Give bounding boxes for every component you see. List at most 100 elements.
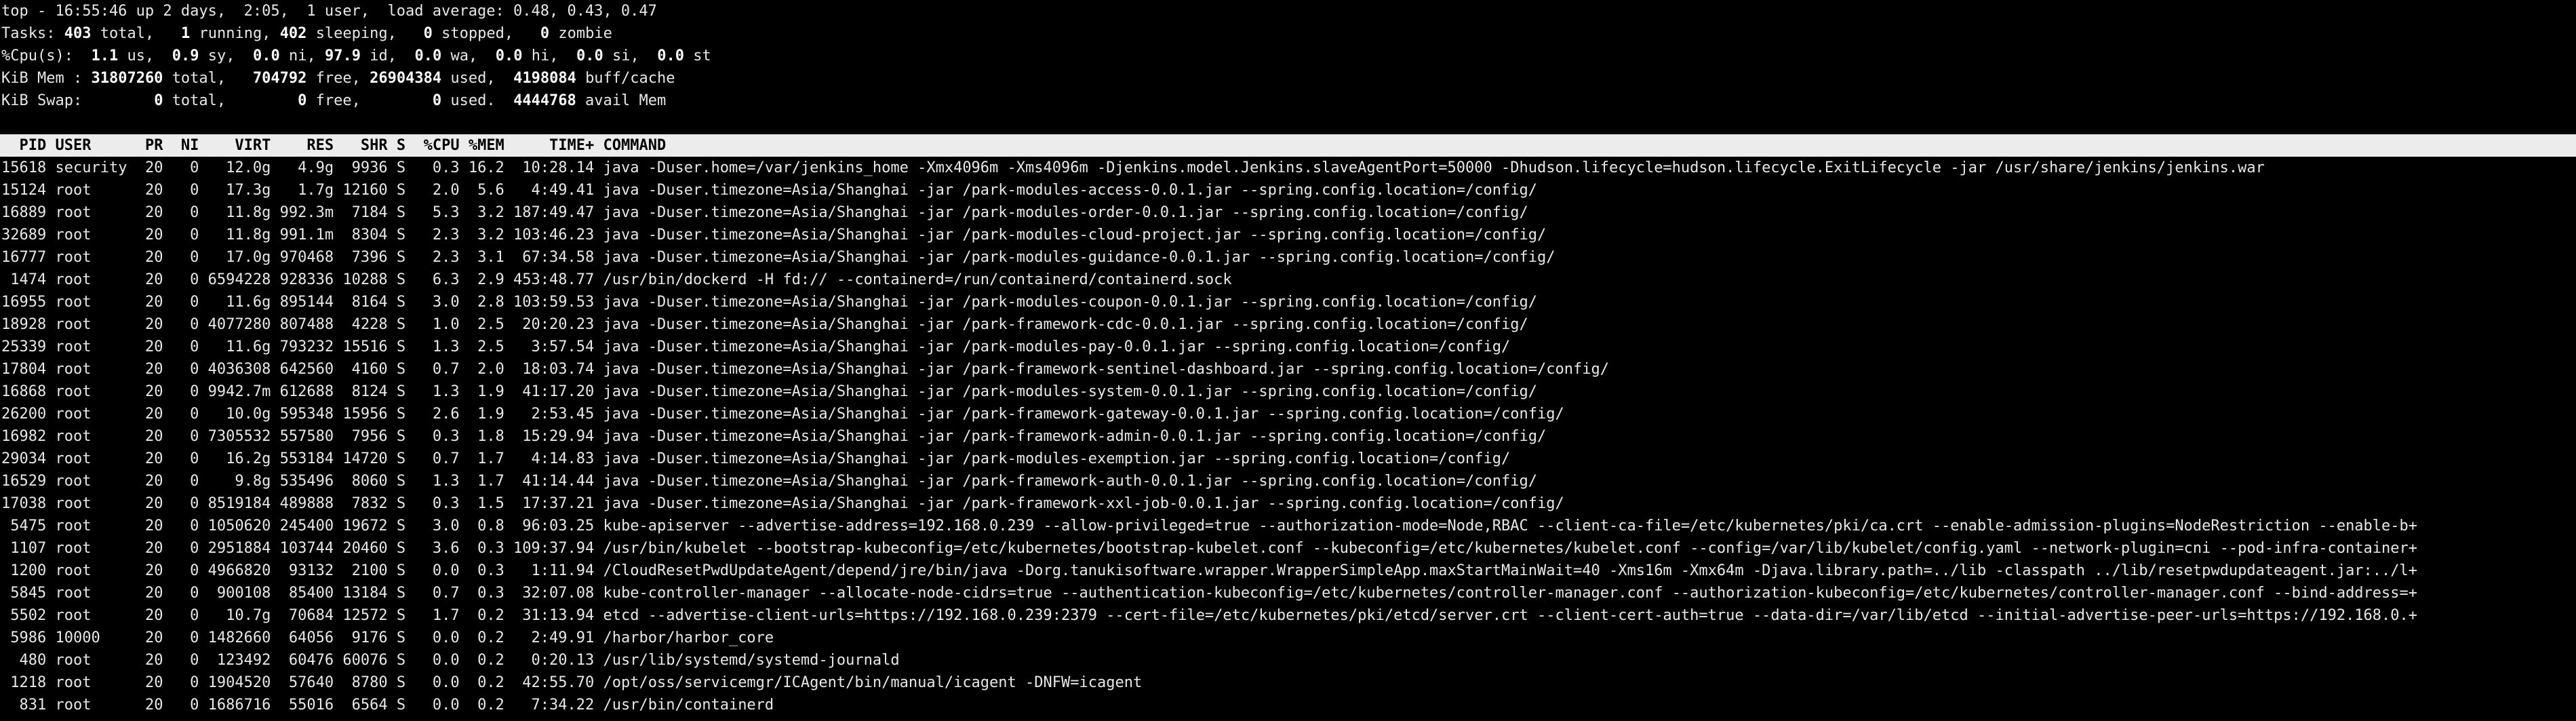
mem-column-header: %MEM <box>459 137 504 154</box>
command-cell: java -Duser.timezone=Asia/Shanghai -jar … <box>594 361 1609 378</box>
mem-cell: 0.3 <box>459 540 504 557</box>
pid-cell: 16889 <box>1 204 47 221</box>
pid-cell: 1474 <box>1 271 47 288</box>
process-row[interactable]: 15618 security 20 0 12.0g 4.9g 9936 S 0.… <box>0 157 2576 179</box>
time-cell: 4:14.83 <box>504 450 595 467</box>
time-cell: 2:49.91 <box>504 629 595 646</box>
process-row[interactable]: 17038 root 20 0 8519184 489888 7832 S 0.… <box>0 492 2576 515</box>
pr-cell: 20 <box>127 316 163 333</box>
pid-cell: 25339 <box>1 338 47 355</box>
tasks-zombie: 0 <box>540 25 550 42</box>
mem-cell: 1.7 <box>459 450 504 467</box>
process-row[interactable]: 16982 root 20 0 7305532 557580 7956 S 0.… <box>0 425 2576 448</box>
pid-cell: 15124 <box>1 182 47 199</box>
process-row[interactable]: 5845 root 20 0 900108 85400 13184 S 0.7 … <box>0 582 2576 604</box>
ni-cell: 0 <box>163 338 199 355</box>
process-row[interactable]: 1474 root 20 0 6594228 928336 10288 S 6.… <box>0 269 2576 291</box>
virt-cell: 9942.7m <box>199 383 271 400</box>
virt-cell: 4966820 <box>199 562 271 579</box>
virt-cell: 1686716 <box>199 697 271 714</box>
virt-cell: 10.7g <box>199 607 271 624</box>
process-row[interactable]: 1107 root 20 0 2951884 103744 20460 S 3.… <box>0 537 2576 560</box>
time-cell: 15:29.94 <box>504 428 595 445</box>
process-row[interactable]: 1200 root 20 0 4966820 93132 2100 S 0.0 … <box>0 560 2576 582</box>
res-cell: 4.9g <box>271 159 334 176</box>
process-row[interactable]: 17804 root 20 0 4036308 642560 4160 S 0.… <box>0 358 2576 381</box>
res-cell: 807488 <box>271 316 334 333</box>
cpu-cell: 0.0 <box>405 629 460 646</box>
pr-cell: 20 <box>127 652 163 669</box>
process-row[interactable]: 32689 root 20 0 11.8g 991.1m 8304 S 2.3 … <box>0 224 2576 246</box>
process-row[interactable]: 18928 root 20 0 4077280 807488 4228 S 1.… <box>0 313 2576 336</box>
process-row[interactable]: 16889 root 20 0 11.8g 992.3m 7184 S 5.3 … <box>0 201 2576 224</box>
pr-cell: 20 <box>127 338 163 355</box>
state-cell: S <box>387 271 406 288</box>
pr-cell: 20 <box>127 159 163 176</box>
cpu-cell: 2.3 <box>405 249 460 266</box>
process-row[interactable]: 16868 root 20 0 9942.7m 612688 8124 S 1.… <box>0 381 2576 403</box>
process-row[interactable]: 5502 root 20 0 10.7g 70684 12572 S 1.7 0… <box>0 604 2576 627</box>
user-cell: root <box>46 406 127 423</box>
state-cell: S <box>387 473 406 490</box>
mem-cell: 0.3 <box>459 562 504 579</box>
terminal-window[interactable]: top - 16:55:46 up 2 days, 2:05, 1 user, … <box>0 0 2576 721</box>
res-cell: 489888 <box>271 495 334 512</box>
process-row[interactable]: 16529 root 20 0 9.8g 535496 8060 S 1.3 1… <box>0 470 2576 492</box>
pr-cell: 20 <box>127 428 163 445</box>
shr-cell: 13184 <box>334 585 388 602</box>
time-cell: 31:13.94 <box>504 607 595 624</box>
virt-cell: 7305532 <box>199 428 271 445</box>
cpu-line: %Cpu(s): 1.1 us, 0.9 sy, 0.0 ni, 97.9 id… <box>0 45 2576 67</box>
process-row[interactable]: 480 root 20 0 123492 60476 60076 S 0.0 0… <box>0 649 2576 671</box>
process-row[interactable]: 26200 root 20 0 10.0g 595348 15956 S 2.6… <box>0 403 2576 425</box>
virt-cell: 11.6g <box>199 294 271 311</box>
cpu-cell: 5.3 <box>405 204 460 221</box>
pid-cell: 1107 <box>1 540 47 557</box>
process-row[interactable]: 16777 root 20 0 17.0g 970468 7396 S 2.3 … <box>0 246 2576 269</box>
process-row[interactable]: 831 root 20 0 1686716 55016 6564 S 0.0 0… <box>0 694 2576 716</box>
ni-cell: 0 <box>163 316 199 333</box>
pid-column-header: PID <box>1 137 47 154</box>
cpu-cell: 3.6 <box>405 540 460 557</box>
res-cell: 1.7g <box>271 182 334 199</box>
ni-cell: 0 <box>163 652 199 669</box>
pid-cell: 16955 <box>1 294 47 311</box>
res-cell: 93132 <box>271 562 334 579</box>
process-row[interactable]: 1218 root 20 0 1904520 57640 8780 S 0.0 … <box>0 671 2576 694</box>
shr-cell: 7184 <box>334 204 388 221</box>
pr-cell: 20 <box>127 450 163 467</box>
ni-cell: 0 <box>163 159 199 176</box>
process-row[interactable]: 25339 root 20 0 11.6g 793232 15516 S 1.3… <box>0 336 2576 358</box>
cpu-cell: 0.0 <box>405 674 460 691</box>
res-cell: 55016 <box>271 697 334 714</box>
tasks-stopped-label: stopped, <box>441 25 514 42</box>
process-row[interactable]: 15124 root 20 0 17.3g 1.7g 12160 S 2.0 5… <box>0 179 2576 201</box>
mem-cell: 16.2 <box>459 159 504 176</box>
process-row[interactable]: 5986 10000 20 0 1482660 64056 9176 S 0.0… <box>0 627 2576 649</box>
state-cell: S <box>387 249 406 266</box>
pr-cell: 20 <box>127 294 163 311</box>
process-row[interactable]: 16955 root 20 0 11.6g 895144 8164 S 3.0 … <box>0 291 2576 313</box>
res-cell: 70684 <box>271 607 334 624</box>
state-cell: S <box>387 674 406 691</box>
shr-cell: 15516 <box>334 338 388 355</box>
res-cell: 535496 <box>271 473 334 490</box>
cpu-cell: 0.7 <box>405 585 460 602</box>
tasks-running-label: running, <box>199 25 271 42</box>
pid-cell: 5845 <box>1 585 47 602</box>
cpu-us-label: us, <box>127 47 155 64</box>
mem-cell: 0.2 <box>459 674 504 691</box>
process-row[interactable]: 5475 root 20 0 1050620 245400 19672 S 3.… <box>0 515 2576 537</box>
pr-cell: 20 <box>127 182 163 199</box>
command-cell: java -Duser.timezone=Asia/Shanghai -jar … <box>594 406 1564 423</box>
res-cell: 60476 <box>271 652 334 669</box>
process-row[interactable]: 29034 root 20 0 16.2g 553184 14720 S 0.7… <box>0 448 2576 470</box>
cpu-hi-label: hi, <box>531 47 559 64</box>
swap-free: 0 <box>298 92 307 109</box>
command-cell: java -Duser.timezone=Asia/Shanghai -jar … <box>594 249 1555 266</box>
pid-cell: 1200 <box>1 562 47 579</box>
time-cell: 96:03.25 <box>504 518 595 534</box>
virt-cell: 9.8g <box>199 473 271 490</box>
pr-cell: 20 <box>127 271 163 288</box>
time-cell: 17:37.21 <box>504 495 595 512</box>
